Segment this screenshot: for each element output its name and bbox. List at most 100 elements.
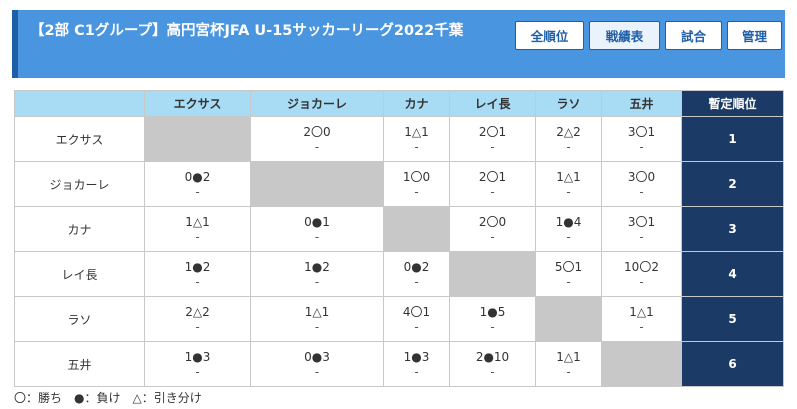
team-name: レイ長 bbox=[14, 251, 145, 297]
table-row: カナ 1△1-0●1-2〇0-1●4-3〇1-3 bbox=[14, 206, 784, 252]
score: 1●2 bbox=[304, 260, 330, 274]
page-header: 【2部 C1グループ】高円宮杯JFA U-15サッカーリーグ2022千葉 全順位… bbox=[12, 10, 785, 78]
result-cell[interactable]: 3〇1- bbox=[601, 116, 682, 162]
score: 0●3 bbox=[304, 350, 330, 364]
table-row: ラソ 2△2-1△1-4〇1-1●5-1△1-5 bbox=[14, 296, 784, 342]
score: 1●2 bbox=[184, 260, 211, 274]
score: 2〇1 bbox=[478, 125, 507, 139]
score-detail: - bbox=[414, 185, 419, 199]
score: 1△1 bbox=[556, 350, 581, 364]
team-name: エクサス bbox=[14, 116, 145, 162]
result-cell[interactable]: 2△2- bbox=[144, 296, 251, 342]
score-detail: - bbox=[314, 365, 320, 379]
table-row: エクサス 2〇0-1△1-2〇1-2△2-3〇1-1 bbox=[14, 116, 784, 162]
score: 1△1 bbox=[404, 125, 429, 139]
matches-button[interactable]: 試合 bbox=[665, 21, 722, 50]
score-detail: - bbox=[314, 230, 320, 244]
score-detail: - bbox=[195, 185, 200, 199]
score: 1△1 bbox=[185, 215, 210, 229]
result-cell[interactable]: 2〇1- bbox=[449, 116, 536, 162]
score-detail: - bbox=[414, 365, 419, 379]
score: 1●3 bbox=[184, 350, 211, 364]
result-cell[interactable]: 2〇0- bbox=[250, 116, 384, 162]
score: 1△1 bbox=[304, 305, 330, 319]
result-cell[interactable]: 10〇2- bbox=[601, 251, 682, 297]
team-name: ジョカーレ bbox=[14, 161, 145, 207]
score-detail: - bbox=[314, 140, 320, 154]
result-cell[interactable]: 0●3- bbox=[250, 341, 384, 387]
score-detail: - bbox=[195, 365, 200, 379]
team-name: カナ bbox=[14, 206, 145, 252]
self-match-cell bbox=[601, 341, 682, 387]
score-detail: - bbox=[639, 230, 644, 244]
score-detail: - bbox=[639, 275, 644, 289]
score-detail: - bbox=[314, 275, 320, 289]
self-match-cell bbox=[449, 251, 536, 297]
score-detail: - bbox=[195, 275, 200, 289]
score: 10〇2 bbox=[624, 260, 659, 274]
score: 1△1 bbox=[556, 170, 581, 184]
rank-cell: 5 bbox=[681, 296, 784, 342]
self-match-cell bbox=[250, 161, 384, 207]
rank-column-header: 暫定順位 bbox=[681, 90, 784, 117]
column-header: エクサス bbox=[144, 90, 251, 117]
all-rankings-button[interactable]: 全順位 bbox=[515, 21, 584, 50]
result-cell[interactable]: 1△1- bbox=[383, 116, 450, 162]
result-cell[interactable]: 0●2- bbox=[144, 161, 251, 207]
result-cell[interactable]: 1△1- bbox=[535, 161, 602, 207]
result-cell[interactable]: 0●2- bbox=[383, 251, 450, 297]
rank-cell: 4 bbox=[681, 251, 784, 297]
score: 1●3 bbox=[403, 350, 430, 364]
result-cell[interactable]: 1●3- bbox=[383, 341, 450, 387]
table-row: レイ長 1●2-1●2-0●2-5〇1-10〇2-4 bbox=[14, 251, 784, 297]
score-detail: - bbox=[490, 320, 495, 334]
result-cell[interactable]: 2〇1- bbox=[449, 161, 536, 207]
self-match-cell bbox=[144, 116, 251, 162]
result-cell[interactable]: 1●4- bbox=[535, 206, 602, 252]
result-cell[interactable]: 1●2- bbox=[144, 251, 251, 297]
rank-cell: 6 bbox=[681, 341, 784, 387]
self-match-cell bbox=[535, 296, 602, 342]
team-name: ラソ bbox=[14, 296, 145, 342]
score-detail: - bbox=[566, 140, 571, 154]
result-cell[interactable]: 1●3- bbox=[144, 341, 251, 387]
result-cell[interactable]: 1●2- bbox=[250, 251, 384, 297]
legend: 〇：勝ち ●：負け △：引き分け bbox=[14, 391, 202, 405]
score-detail: - bbox=[639, 320, 644, 334]
result-cell[interactable]: 1△1- bbox=[601, 296, 682, 342]
corner-cell bbox=[14, 90, 145, 117]
score: 2△2 bbox=[556, 125, 581, 139]
results-table-button[interactable]: 戦績表 bbox=[589, 21, 660, 50]
column-header: 五井 bbox=[601, 90, 682, 117]
result-cell[interactable]: 2〇0- bbox=[449, 206, 536, 252]
result-cell[interactable]: 1△1- bbox=[250, 296, 384, 342]
score-detail: - bbox=[490, 185, 495, 199]
score: 2〇0 bbox=[478, 215, 507, 229]
result-cell[interactable]: 3〇0- bbox=[601, 161, 682, 207]
score-detail: - bbox=[414, 140, 419, 154]
result-cell[interactable]: 1●5- bbox=[449, 296, 536, 342]
score-detail: - bbox=[195, 320, 200, 334]
result-cell[interactable]: 2△2- bbox=[535, 116, 602, 162]
result-cell[interactable]: 2●10- bbox=[449, 341, 536, 387]
rank-cell: 3 bbox=[681, 206, 784, 252]
score: 3〇1 bbox=[627, 215, 656, 229]
score-detail: - bbox=[490, 140, 495, 154]
score-detail: - bbox=[314, 320, 320, 334]
result-cell[interactable]: 4〇1- bbox=[383, 296, 450, 342]
result-cell[interactable]: 5〇1- bbox=[535, 251, 602, 297]
table-row: ジョカーレ 0●2-1〇0-2〇1-1△1-3〇0-2 bbox=[14, 161, 784, 207]
result-cell[interactable]: 1△1- bbox=[535, 341, 602, 387]
score: 1●5 bbox=[479, 305, 506, 319]
result-cell[interactable]: 1〇0- bbox=[383, 161, 450, 207]
result-cell[interactable]: 3〇1- bbox=[601, 206, 682, 252]
score: 3〇1 bbox=[627, 125, 656, 139]
score: 2●10 bbox=[475, 350, 510, 364]
result-cell[interactable]: 0●1- bbox=[250, 206, 384, 252]
table-header-row: エクサス ジョカーレ カナ レイ長 ラソ 五井 暫定順位 bbox=[14, 90, 784, 117]
score-detail: - bbox=[566, 275, 571, 289]
result-cell[interactable]: 1△1- bbox=[144, 206, 251, 252]
column-header: レイ長 bbox=[449, 90, 536, 117]
manage-button[interactable]: 管理 bbox=[727, 21, 782, 50]
score-detail: - bbox=[414, 320, 419, 334]
